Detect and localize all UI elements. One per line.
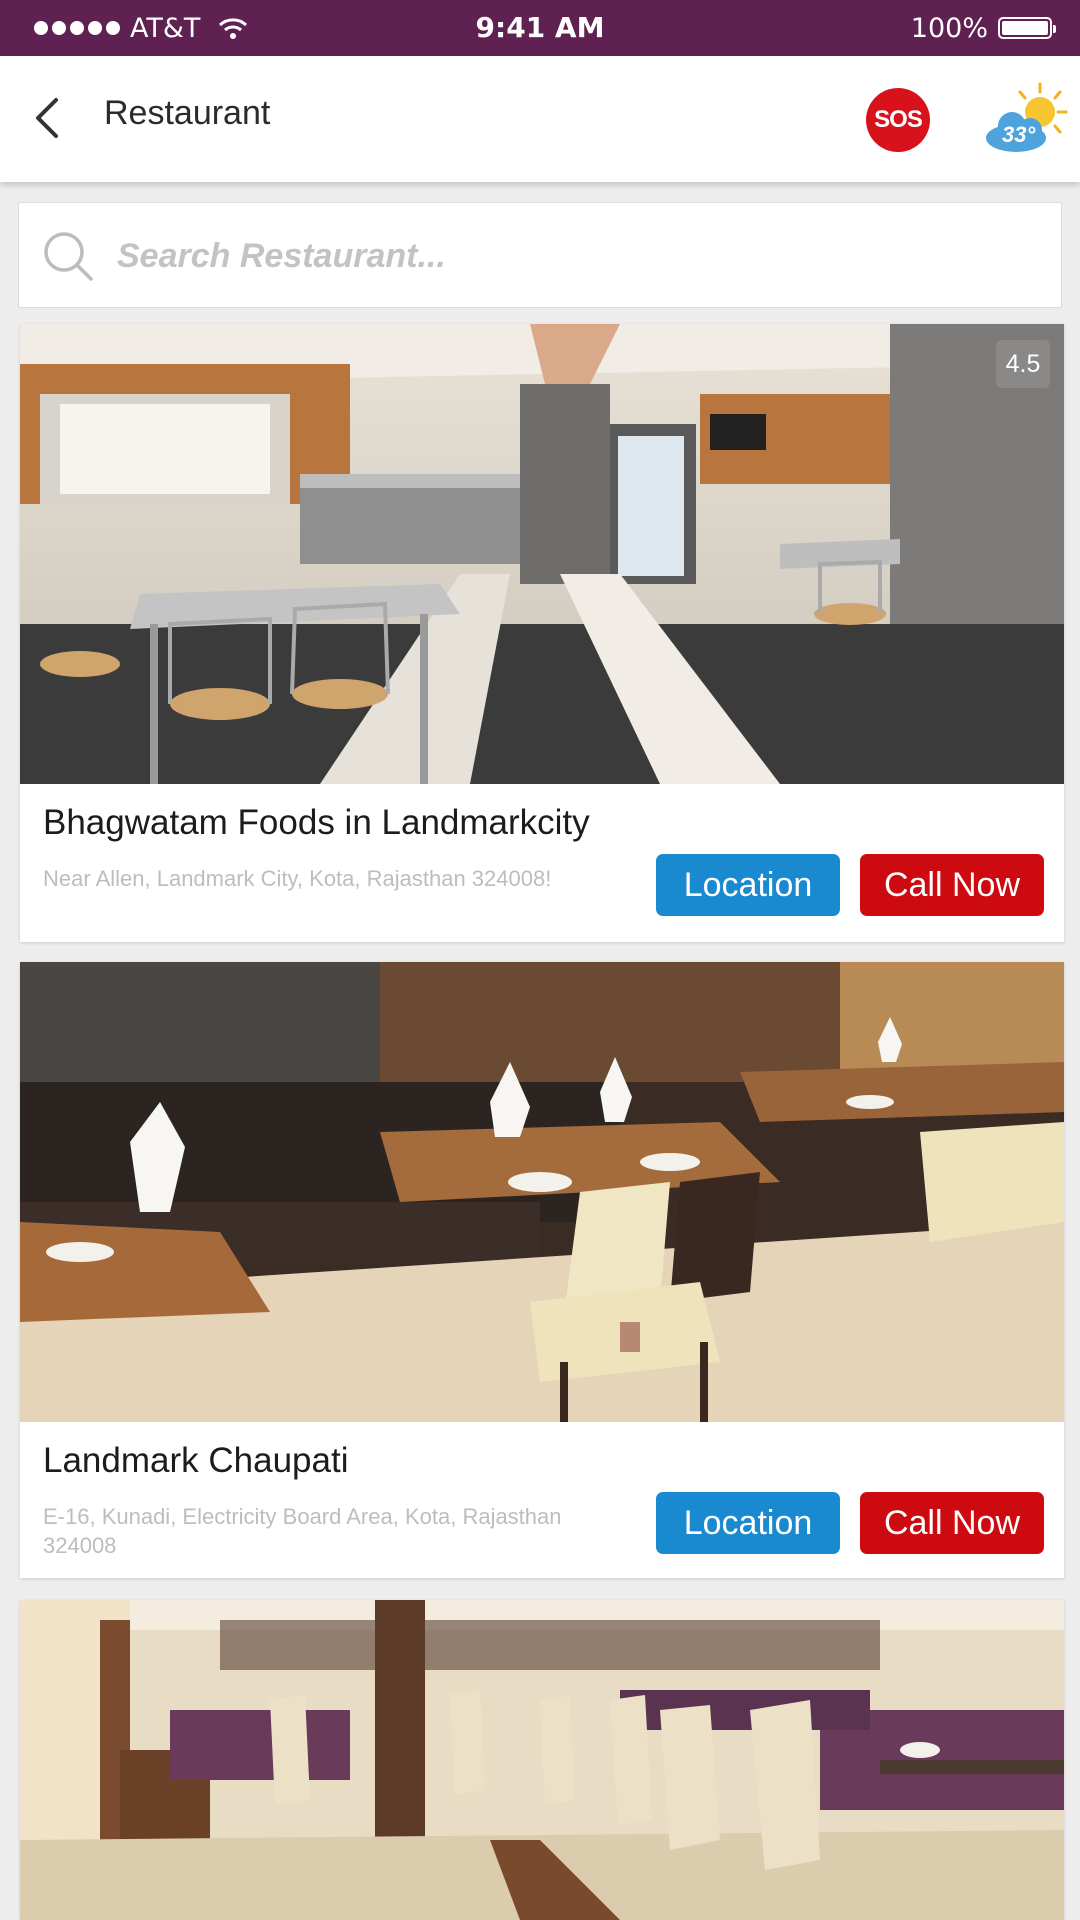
search-icon — [44, 232, 93, 281]
battery-percent: 100% — [910, 12, 988, 44]
back-button[interactable] — [24, 90, 74, 146]
rating-badge: 4.5 — [996, 340, 1050, 388]
weather-temperature: 33° — [1002, 122, 1036, 147]
restaurant-photo — [20, 1600, 1064, 1920]
call-now-button[interactable]: Call Now — [860, 854, 1044, 916]
restaurant-photo: 4.5 — [20, 324, 1064, 784]
restaurant-name[interactable]: Landmark Chaupati — [43, 1441, 348, 1481]
chevron-left-icon — [36, 98, 58, 138]
sos-button[interactable]: SOS — [866, 88, 930, 152]
restaurant-address: Near Allen, Landmark City, Kota, Rajasth… — [43, 866, 552, 891]
page-title: Restaurant — [104, 94, 271, 132]
restaurant-card[interactable]: 4.5 Bhagwatam Foods in Landmarkcity Near… — [20, 324, 1064, 942]
search-input[interactable] — [115, 203, 1039, 309]
restaurant-card[interactable]: Landmark Chaupati E-16, Kunadi, Electric… — [20, 962, 1064, 1578]
battery-icon — [998, 17, 1056, 39]
location-button[interactable]: Location — [656, 1492, 840, 1554]
status-right: 100% — [910, 0, 1056, 56]
call-now-button[interactable]: Call Now — [860, 1492, 1044, 1554]
weather-widget[interactable]: 33° — [984, 82, 1068, 156]
restaurant-address: E-16, Kunadi, Electricity Board Area, Ko… — [43, 1504, 562, 1558]
location-button[interactable]: Location — [656, 854, 840, 916]
restaurant-name[interactable]: Bhagwatam Foods in Landmarkcity — [43, 803, 590, 843]
status-bar: AT&T 9:41 AM 100% — [0, 0, 1080, 56]
app-header: Restaurant SOS 33° — [0, 56, 1080, 182]
search-bar[interactable] — [18, 202, 1062, 309]
restaurant-card[interactable] — [20, 1600, 1064, 1920]
restaurant-photo — [20, 962, 1064, 1422]
